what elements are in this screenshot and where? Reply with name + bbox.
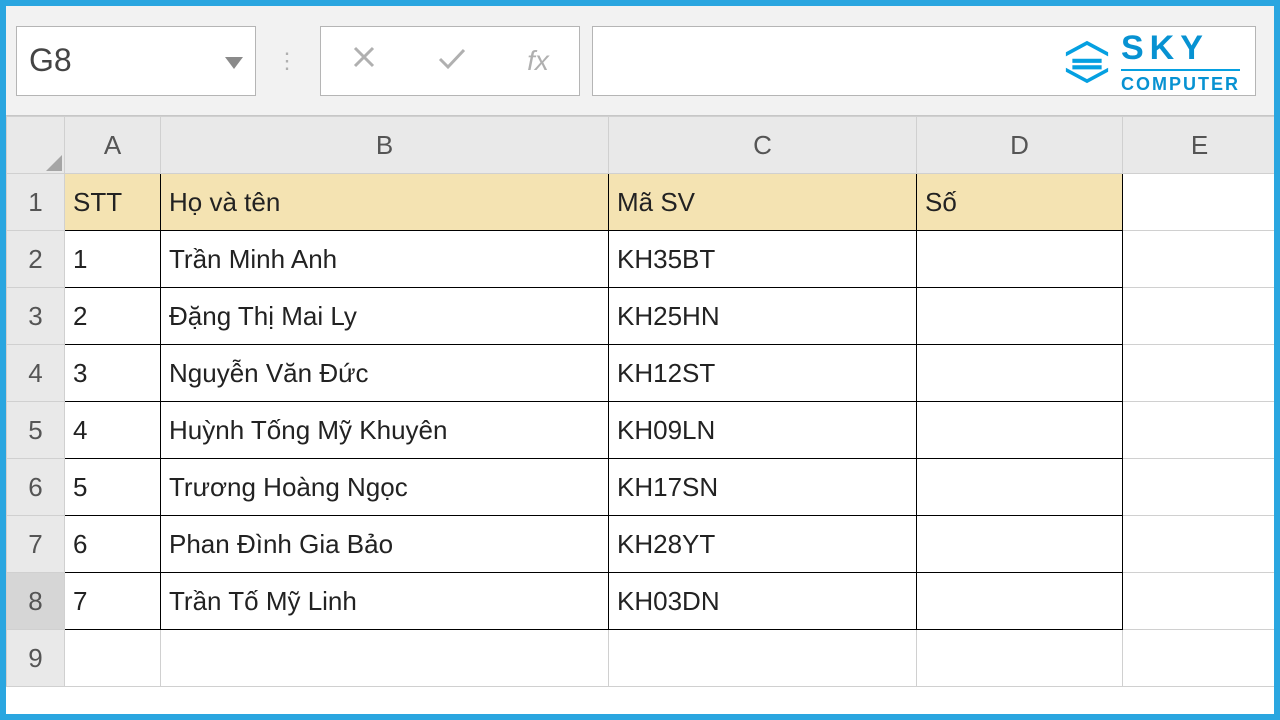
row-header[interactable]: 5 — [7, 402, 65, 459]
cell[interactable]: Mã SV — [609, 174, 917, 231]
cell[interactable] — [1123, 630, 1275, 687]
cell[interactable]: 7 — [65, 573, 161, 630]
cell[interactable]: KH09LN — [609, 402, 917, 459]
dropdown-icon[interactable] — [225, 42, 243, 79]
col-header-C[interactable]: C — [609, 117, 917, 174]
cell[interactable] — [65, 630, 161, 687]
cell[interactable]: 3 — [65, 345, 161, 402]
cell[interactable] — [609, 630, 917, 687]
cell[interactable] — [917, 288, 1123, 345]
row-header[interactable]: 8 — [7, 573, 65, 630]
cell[interactable]: Phan Đình Gia Bảo — [161, 516, 609, 573]
row-header[interactable]: 4 — [7, 345, 65, 402]
row-header[interactable]: 2 — [7, 231, 65, 288]
cell[interactable]: STT — [65, 174, 161, 231]
cancel-icon[interactable] — [351, 44, 377, 77]
cell[interactable]: 6 — [65, 516, 161, 573]
cell[interactable] — [1123, 174, 1275, 231]
cell[interactable]: KH25HN — [609, 288, 917, 345]
cell[interactable]: 4 — [65, 402, 161, 459]
grip-icon: ⋮ — [268, 26, 308, 96]
cell[interactable] — [1123, 345, 1275, 402]
cell[interactable] — [1123, 288, 1275, 345]
enter-icon[interactable] — [437, 45, 467, 77]
cell[interactable]: KH03DN — [609, 573, 917, 630]
select-all-corner[interactable] — [7, 117, 65, 174]
cell[interactable]: Đặng Thị Mai Ly — [161, 288, 609, 345]
cell[interactable]: Họ và tên — [161, 174, 609, 231]
cell[interactable]: Số — [917, 174, 1123, 231]
row-header[interactable]: 3 — [7, 288, 65, 345]
cell[interactable]: KH12ST — [609, 345, 917, 402]
cell[interactable] — [1123, 459, 1275, 516]
formula-input[interactable] — [592, 26, 1256, 96]
name-box[interactable]: G8 — [16, 26, 256, 96]
col-header-A[interactable]: A — [65, 117, 161, 174]
cell[interactable] — [917, 459, 1123, 516]
cell[interactable] — [917, 345, 1123, 402]
col-header-D[interactable]: D — [917, 117, 1123, 174]
cell[interactable] — [917, 516, 1123, 573]
cell[interactable] — [1123, 231, 1275, 288]
fx-icon[interactable]: fx — [527, 45, 549, 77]
formula-bar-area: G8 ⋮ fx — [6, 6, 1274, 116]
name-box-value: G8 — [29, 42, 72, 79]
cell[interactable]: Nguyễn Văn Đức — [161, 345, 609, 402]
cell[interactable]: KH28YT — [609, 516, 917, 573]
cell[interactable]: Trần Tố Mỹ Linh — [161, 573, 609, 630]
cell[interactable]: KH35BT — [609, 231, 917, 288]
cell[interactable] — [917, 573, 1123, 630]
cell[interactable] — [1123, 402, 1275, 459]
row-header[interactable]: 9 — [7, 630, 65, 687]
cell[interactable]: 2 — [65, 288, 161, 345]
cancel-enter-fx: fx — [320, 26, 580, 96]
cell[interactable] — [917, 402, 1123, 459]
cell[interactable]: Huỳnh Tống Mỹ Khuyên — [161, 402, 609, 459]
spreadsheet-grid[interactable]: A B C D E 1 STT Họ và tên Mã SV Số 2 1 T… — [6, 116, 1274, 687]
row-header[interactable]: 1 — [7, 174, 65, 231]
cell[interactable] — [1123, 516, 1275, 573]
row-header[interactable]: 7 — [7, 516, 65, 573]
cell[interactable] — [917, 231, 1123, 288]
cell[interactable] — [917, 630, 1123, 687]
cell[interactable]: KH17SN — [609, 459, 917, 516]
cell[interactable]: Trương Hoàng Ngọc — [161, 459, 609, 516]
cell[interactable]: 1 — [65, 231, 161, 288]
col-header-B[interactable]: B — [161, 117, 609, 174]
col-header-E[interactable]: E — [1123, 117, 1275, 174]
cell[interactable]: Trần Minh Anh — [161, 231, 609, 288]
cell[interactable] — [1123, 573, 1275, 630]
cell[interactable]: 5 — [65, 459, 161, 516]
row-header[interactable]: 6 — [7, 459, 65, 516]
cell[interactable] — [161, 630, 609, 687]
